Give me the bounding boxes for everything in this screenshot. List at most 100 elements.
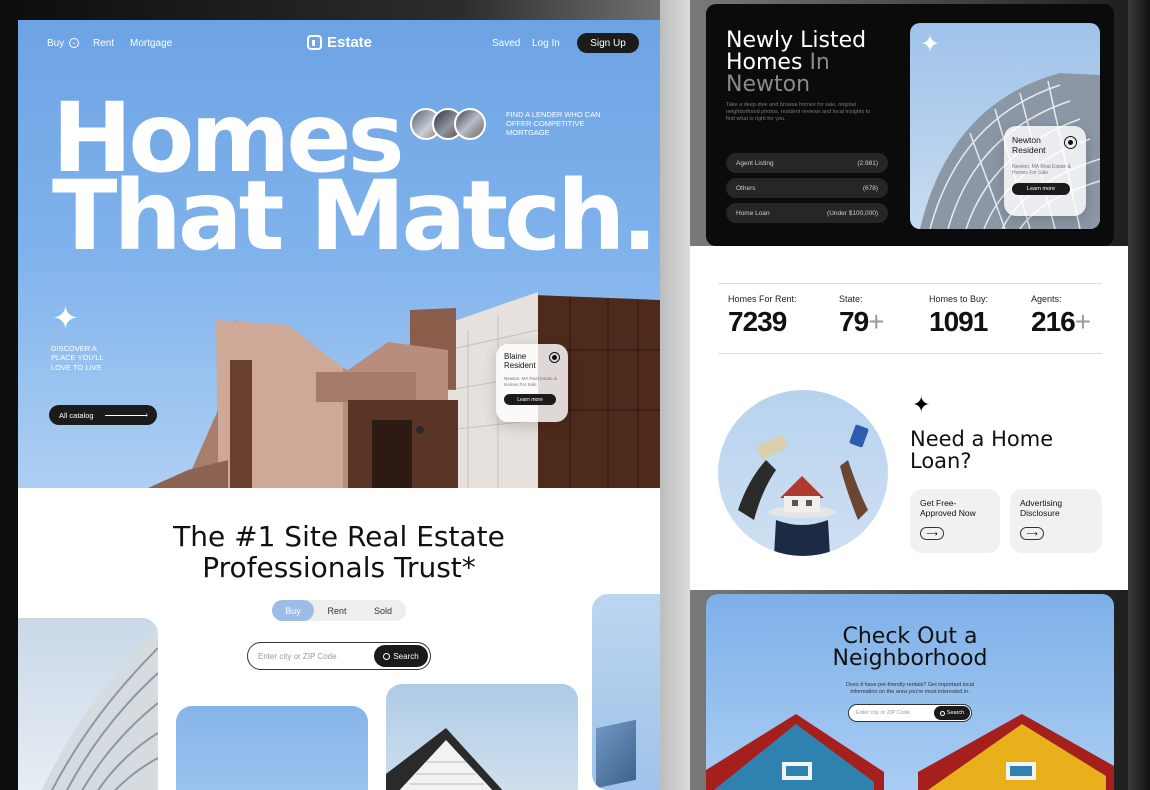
loan-title-line1: Need a Home [910,427,1054,451]
discover-text: DISCOVER A PLACE YOU'LL LOVE TO LIVE [51,344,104,372]
trust-title-line2: Professionals Trust* [202,550,476,584]
stat-label-state: State: [839,294,863,304]
trust-title-line1: The #1 Site Real Estate [173,520,505,553]
newly-title-line3: Newton [726,72,811,97]
card-label: Advertising Disclosure [1020,498,1063,518]
arrow-right-icon: › [105,412,148,419]
stat-number: 216 [1031,306,1076,337]
row-label: Agent Listing [736,159,774,167]
arrow-right-icon: ⟶ [920,526,944,540]
building-image [148,292,660,488]
divider [718,283,1102,284]
newly-listed-card: Newly Listed Homes In Newton Take a deep… [706,4,1114,246]
tab-rent[interactable]: Rent [314,600,360,621]
trust-title: The #1 Site Real Estate Professionals Tr… [18,520,660,584]
arrow-right-icon: ⟶ [1020,526,1044,540]
row-value: (678) [862,184,878,192]
hero-title-line2: That Match. [52,160,658,272]
tab-sold[interactable]: Sold [360,600,406,621]
background-strip-right [1128,0,1150,790]
tab-buy[interactable]: Buy [272,600,314,621]
newly-description: Take a deep dive and browse homes for sa… [726,102,871,123]
row-label: Others [736,184,756,192]
advertising-disclosure-card[interactable]: Advertising Disclosure ⟶ [1010,489,1102,553]
lender-text: FIND A LENDER WHO CAN OFFER COMPETITIVE … [506,110,601,137]
stat-number: 79 [839,306,869,337]
hood-title-line1: Check Out a [842,624,978,649]
newton-card[interactable]: Newton Resident Newton, MA Real Estate &… [1004,126,1086,216]
sparkle-icon: ✦ [920,31,941,58]
list-row-agent[interactable]: Agent Listing (2.981) [726,153,888,173]
nav-buy-label: Buy [47,38,65,49]
houses-image [706,714,1114,790]
divider [718,353,1102,354]
learn-more-button[interactable]: Learn more [1012,182,1070,195]
loan-title-line2: Loan? [910,449,972,474]
target-icon [549,352,560,363]
listing-tabs: Buy Rent Sold [272,600,406,621]
sparkle-icon: ✦ [912,392,931,417]
hood-title: Check Out a Neighborhood [706,626,1114,670]
newly-title-line1: Newly Listed [726,28,867,53]
photo-tile-sky [176,706,368,790]
stat-label-agents: Agents: [1031,294,1062,304]
nav-login[interactable]: Log In [532,38,560,49]
catalog-label: All catalog [59,410,94,420]
stat-plus: + [868,306,884,337]
brand-logo[interactable]: Estate [307,34,372,51]
nav-rent[interactable]: Rent [93,38,114,49]
hood-description: Does it have pet-friendly rentals? Get i… [845,682,975,696]
landing-page: Buy ⌄ Rent Mortgage Estate Saved Log In … [18,20,660,790]
row-label: Home Loan [736,209,770,217]
lender-avatars [410,108,490,140]
background-strip [660,0,690,790]
signup-button[interactable]: Sign Up [577,33,639,53]
row-value: (2.981) [857,159,878,167]
stat-number: 1091 [929,306,988,337]
search-bar: Enter city or ZIP Code Search [247,642,431,670]
search-button-label: Search [393,651,419,661]
search-icon [383,652,391,660]
all-catalog-button[interactable]: All catalog › [49,405,157,425]
photo-tile-house [386,684,578,790]
list-row-home-loan[interactable]: Home Loan (Under $100,000) [726,203,888,223]
sparkle-icon: ✦ [52,300,79,336]
free-approved-card[interactable]: Get Free-Approved Now ⟶ [910,489,1000,553]
stat-plus: + [1074,306,1091,337]
stat-value-agents: 216+ [1031,306,1091,338]
chevron-down-icon: ⌄ [69,38,80,49]
learn-more-button[interactable]: Learn more [504,394,556,406]
stat-number: 7239 [728,306,787,337]
nav-saved[interactable]: Saved [492,38,520,49]
stat-label-buy: Homes to Buy: [929,294,989,304]
photo-tile-tower [18,618,158,790]
nav-buy[interactable]: Buy ⌄ [47,38,80,49]
stat-value-rent: 7239 [728,306,787,338]
stats-loan-section: Homes For Rent: 7239 State: 79+ Homes to… [690,246,1128,590]
search-input[interactable]: Enter city or ZIP Code [258,652,374,661]
nav-mortgage[interactable]: Mortgage [130,38,172,49]
avatar [454,108,486,140]
neighborhood-section: Check Out a Neighborhood Does it have pe… [706,594,1114,790]
logo-icon [307,35,322,50]
stat-label-rent: Homes For Rent: [728,294,797,304]
blaine-card[interactable]: Blaine Resident Newton, MA Real Estate &… [496,344,568,422]
hood-title-line2: Neighborhood [832,646,988,671]
card-title: Blaine Resident [504,352,536,371]
card-subtitle: Newton, MA Real Estate & Homes For Sale [504,376,558,388]
photo-tile-glass [592,594,660,790]
brand-name: Estate [327,34,373,51]
newly-title: Newly Listed Homes In Newton [726,30,866,96]
search-button[interactable]: Search [374,645,428,667]
list-row-others[interactable]: Others (678) [726,178,888,198]
hero-section: Buy ⌄ Rent Mortgage Estate Saved Log In … [18,20,660,488]
loan-title: Need a Home Loan? [910,428,1053,472]
newly-title-line2-b: In [809,50,830,75]
row-value: (Under $100,000) [827,209,878,217]
stat-value-buy: 1091 [929,306,988,338]
stat-value-state: 79+ [839,306,885,338]
target-icon [1064,136,1077,149]
card-label: Get Free-Approved Now [920,498,976,518]
card-subtitle: Newton, MA Real Estate & Homes For Sale [1012,163,1071,177]
loan-illustration [718,390,888,556]
